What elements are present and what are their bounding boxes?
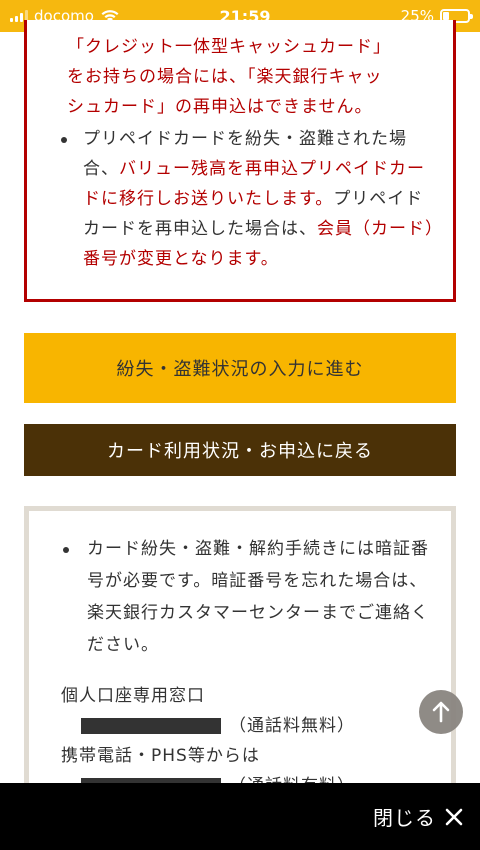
battery-fill [443, 12, 449, 20]
scroll-top-button[interactable] [419, 690, 463, 734]
info-box: カード紛失・盗難・解約手続きには暗証番号が必要です。暗証番号を忘れた場合は、楽天… [24, 506, 456, 806]
warning-box: 「クレジット一体型キャッシュカード」 をお持ちの場合には、「楽天銀行キャッ シュ… [24, 20, 456, 302]
proceed-button[interactable]: 紛失・盗難状況の入力に進む [24, 333, 456, 403]
prepaid-bullet: プリペイドカードを紛失・盗難された場合、バリュー残高を再申込プリペイドカードに移… [43, 124, 439, 274]
warning-line: をお持ちの場合には、「楽天銀行キャッ [67, 67, 383, 87]
warning-text: 「クレジット一体型キャッシュカード」 をお持ちの場合には、「楽天銀行キャッ シュ… [43, 32, 439, 122]
close-icon[interactable] [444, 807, 464, 827]
close-bar[interactable]: 閉じる [0, 783, 480, 850]
toll-free-note: （通話料無料） [229, 716, 355, 736]
arrow-up-icon [432, 701, 450, 723]
warning-line: 「クレジット一体型キャッシュカード」 [67, 37, 391, 57]
mobile-label: 携帯電話・PHS等からは [61, 746, 260, 766]
personal-phone-row: （通話料無料） [61, 711, 437, 741]
back-button[interactable]: カード利用状況・お申込に戻る [24, 424, 456, 476]
personal-window-label: 個人口座専用窓口 [61, 686, 205, 706]
close-label[interactable]: 閉じる [373, 802, 436, 831]
redacted-phone-number [81, 718, 221, 734]
pin-notice: カード紛失・盗難・解約手続きには暗証番号が必要です。暗証番号を忘れた場合は、楽天… [43, 533, 437, 661]
warning-line: シュカード」の再申込はできません。 [67, 97, 373, 117]
